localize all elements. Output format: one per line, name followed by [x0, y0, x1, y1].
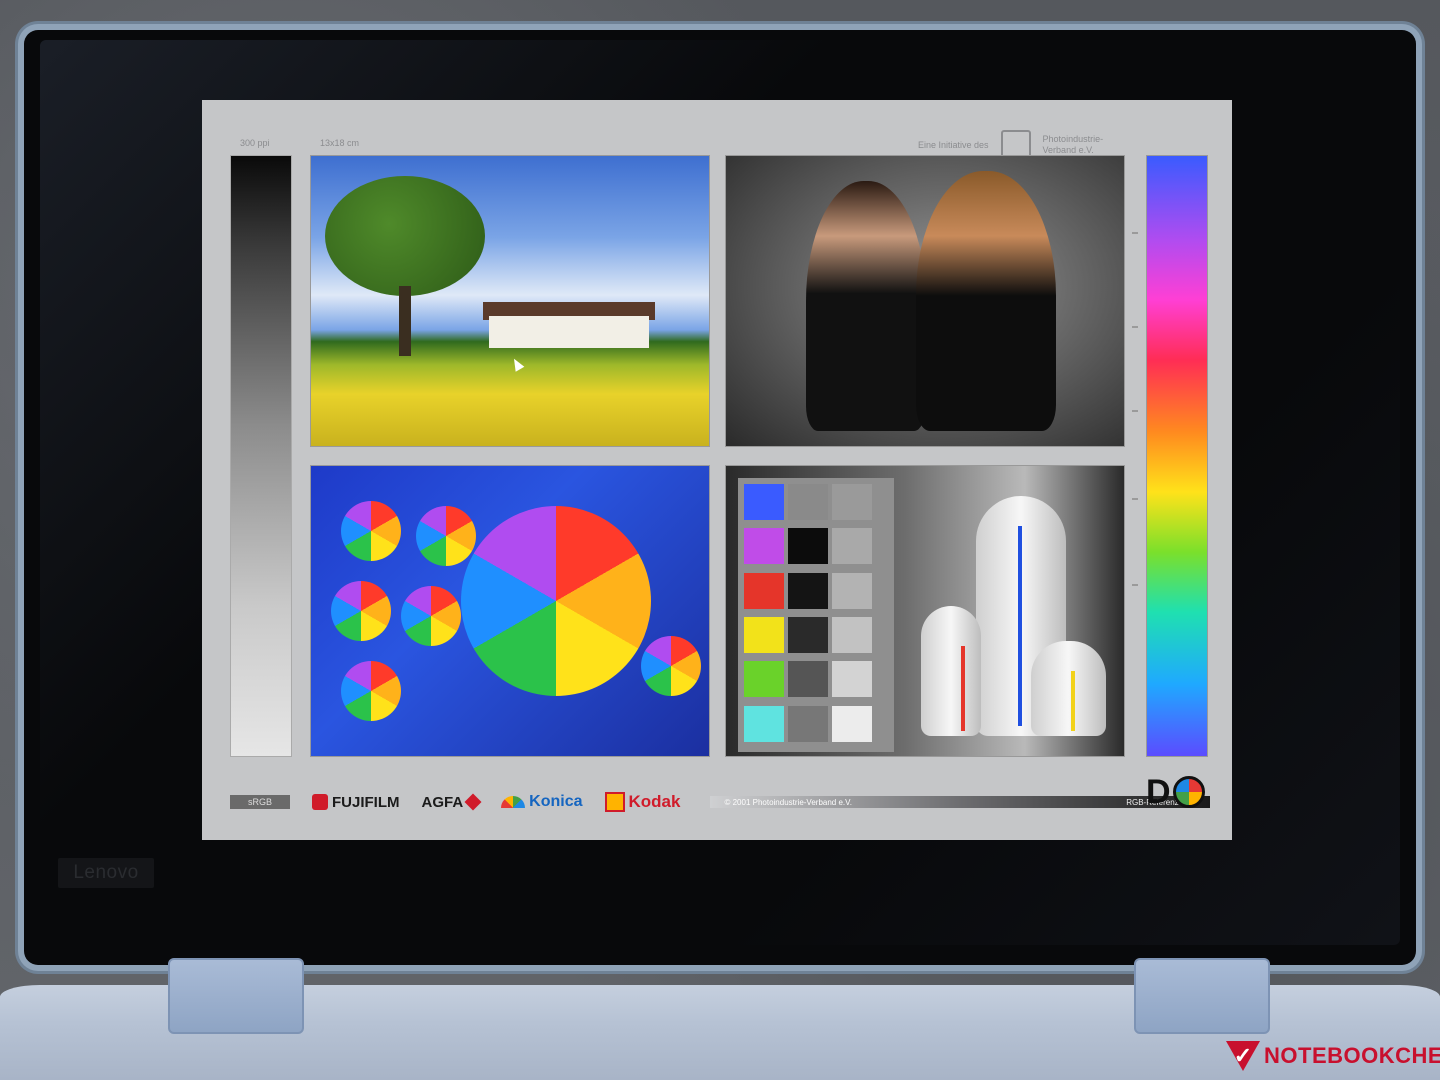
woman-left — [806, 181, 926, 431]
pinwheel-small — [341, 661, 401, 721]
color-swatch — [832, 661, 872, 698]
organization-name: Photoindustrie- Verband e.V. — [1043, 134, 1104, 156]
agfa-diamond-icon — [464, 793, 482, 811]
copyright-bar: © 2001 Photoindustrie-Verband e.V. RGB-R… — [710, 796, 1210, 808]
color-swatch — [832, 705, 872, 742]
resolution-label: 300 ppi — [240, 138, 270, 148]
color-swatch-grid — [738, 478, 894, 752]
color-spectrum-strip — [1146, 155, 1208, 757]
kodak-logo: Kodak — [604, 792, 681, 812]
pinwheel-small — [401, 586, 461, 646]
scale-tick — [1132, 410, 1138, 412]
color-swatch — [788, 616, 828, 653]
chart-footer: sRGB FUJIFILM AGFA Konica Kodak © 2001 P… — [230, 788, 1210, 816]
pinwheel-small — [641, 636, 701, 696]
scale-tick — [1132, 584, 1138, 586]
color-swatches-and-vases-photo — [725, 465, 1125, 757]
notebookcheck-watermark: ✓ NOTEBOOKCHECK — [1226, 1038, 1440, 1074]
pinwheel-small — [416, 506, 476, 566]
vase-stripe — [961, 646, 965, 731]
grayscale-gradient-strip — [230, 155, 292, 757]
color-swatch — [788, 484, 828, 520]
dq-logo: D — [1146, 772, 1206, 812]
scale-tick — [1132, 232, 1138, 234]
fujifilm-label: FUJIFILM — [332, 793, 400, 811]
agfa-logo: AGFA — [421, 793, 482, 811]
notebookcheck-label: NOTEBOOKCHECK — [1264, 1043, 1440, 1068]
pinwheels-photo — [310, 465, 710, 757]
scale-tick — [1132, 498, 1138, 500]
tree-crown — [325, 176, 485, 296]
organization-line1: Photoindustrie- — [1042, 134, 1104, 144]
color-swatch — [832, 572, 872, 609]
kodak-label: Kodak — [628, 792, 681, 811]
color-swatch — [832, 484, 872, 520]
organization-line2: Verband e.V. — [1042, 145, 1094, 155]
konica-logo: Konica — [501, 793, 583, 811]
agfa-label: AGFA — [421, 793, 464, 811]
pinwheel-small — [331, 581, 391, 641]
fujifilm-logo: FUJIFILM — [312, 794, 400, 811]
vase-stripe — [1071, 671, 1075, 731]
konica-rainbow-icon — [501, 796, 526, 808]
farmhouse — [489, 316, 649, 348]
color-swatch — [788, 661, 828, 698]
kodak-icon — [604, 792, 625, 812]
color-swatch — [788, 528, 828, 565]
color-swatch — [744, 572, 784, 609]
copyright-text: © 2001 Photoindustrie-Verband e.V. — [724, 797, 852, 807]
woman-right — [916, 171, 1056, 431]
notebookcheck-check-icon: ✓ — [1226, 1041, 1260, 1071]
test-chart-image: 300 ppi 13x18 cm Eine Initiative des Pho… — [202, 100, 1232, 840]
pinwheel-large — [461, 506, 651, 696]
dq-color-wheel-icon — [1172, 776, 1205, 808]
color-swatch — [788, 572, 828, 609]
hinge-right — [1134, 958, 1270, 1034]
srgb-label: sRGB — [230, 795, 290, 809]
color-swatch — [744, 528, 784, 565]
vase-stripe — [1018, 526, 1022, 726]
pinwheel-small — [341, 501, 401, 561]
tree-trunk — [399, 286, 411, 356]
size-label: 13x18 cm — [320, 138, 360, 148]
color-swatch — [832, 616, 872, 653]
color-swatch — [744, 705, 784, 742]
vase-medium — [921, 606, 981, 736]
dq-letter: D — [1146, 773, 1171, 811]
vase-small — [1031, 641, 1106, 736]
landscape-photo — [310, 155, 710, 447]
lenovo-brand-label: Lenovo — [58, 858, 154, 888]
scale-tick — [1132, 326, 1138, 328]
color-swatch — [744, 661, 784, 698]
konica-label: Konica — [529, 793, 583, 810]
initiative-label: Eine Initiative des — [918, 140, 989, 150]
color-swatch — [744, 484, 784, 520]
color-swatch — [744, 616, 784, 653]
hinge-left — [168, 958, 304, 1034]
color-swatch — [832, 528, 872, 565]
fujifilm-icon — [312, 794, 328, 810]
portrait-photo — [725, 155, 1125, 447]
color-swatch — [788, 705, 828, 742]
